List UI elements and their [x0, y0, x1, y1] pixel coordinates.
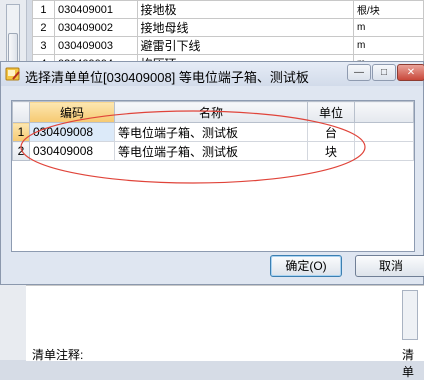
row-unit[interactable]: 块 — [307, 141, 355, 161]
row-unit: m — [352, 36, 424, 55]
row-name[interactable]: 等电位端子箱、测试板 — [114, 122, 308, 142]
row-unit: 根/块 — [352, 0, 424, 19]
background-content-area — [26, 285, 424, 361]
row-code: 030409003 — [53, 36, 138, 55]
row-code[interactable]: 030409008 — [29, 141, 115, 161]
row-number: 2 — [32, 18, 55, 37]
table-row[interactable]: 1 030409001 接地极 根/块 — [32, 0, 424, 19]
row-code[interactable]: 030409008 — [29, 122, 115, 142]
row-name: 避雷引下线 — [136, 36, 354, 55]
cancel-button[interactable]: 取消 — [355, 255, 424, 277]
maximize-button[interactable]: □ — [372, 64, 396, 81]
note-label: 清单注释: — [32, 348, 84, 362]
row-number[interactable]: 2 — [12, 141, 30, 161]
row-unit[interactable]: 台 — [307, 122, 355, 142]
grid-corner[interactable] — [12, 101, 30, 123]
row-number: 1 — [32, 0, 55, 19]
row-code: 030409002 — [53, 18, 138, 37]
dialog-title: 选择清单单位[030409008] 等电位端子箱、测试板 — [25, 70, 309, 85]
note-label-right: 清单 — [402, 348, 415, 379]
grid-header-row: 编码 名称 单位 — [12, 101, 414, 123]
minimize-button[interactable]: — — [347, 64, 371, 81]
column-header-empty — [354, 101, 414, 123]
row-name: 接地极 — [136, 0, 354, 19]
app-icon — [5, 67, 20, 81]
table-row[interactable]: 2 030409002 接地母线 m — [32, 18, 424, 37]
table-row[interactable]: 2 030409008 等电位端子箱、测试板 块 — [12, 141, 414, 161]
ok-button[interactable]: 确定(O) — [270, 255, 342, 277]
row-unit: m — [352, 18, 424, 37]
unit-grid: 编码 名称 单位 1 030409008 等电位端子箱、测试板 台 2 0304… — [11, 100, 415, 252]
dialog-titlebar[interactable]: 选择清单单位[030409008] 等电位端子箱、测试板 — □ ✕ — [1, 62, 424, 86]
close-button[interactable]: ✕ — [397, 64, 424, 81]
row-name: 接地母线 — [136, 18, 354, 37]
column-header-code[interactable]: 编码 — [29, 101, 115, 123]
column-header-unit[interactable]: 单位 — [307, 101, 355, 123]
row-code: 030409001 — [53, 0, 138, 19]
vertical-scrollbar[interactable] — [402, 290, 418, 340]
table-row[interactable]: 3 030409003 避雷引下线 m — [32, 36, 424, 55]
table-row[interactable]: 1 030409008 等电位端子箱、测试板 台 — [12, 122, 414, 142]
select-unit-dialog: 选择清单单位[030409008] 等电位端子箱、测试板 — □ ✕ 编码 名称… — [0, 61, 424, 285]
row-empty-cell — [354, 141, 414, 161]
row-number[interactable]: 1 — [12, 122, 30, 142]
column-header-name[interactable]: 名称 — [114, 101, 308, 123]
row-number: 3 — [32, 36, 55, 55]
row-name[interactable]: 等电位端子箱、测试板 — [114, 141, 308, 161]
row-empty-cell — [354, 122, 414, 142]
